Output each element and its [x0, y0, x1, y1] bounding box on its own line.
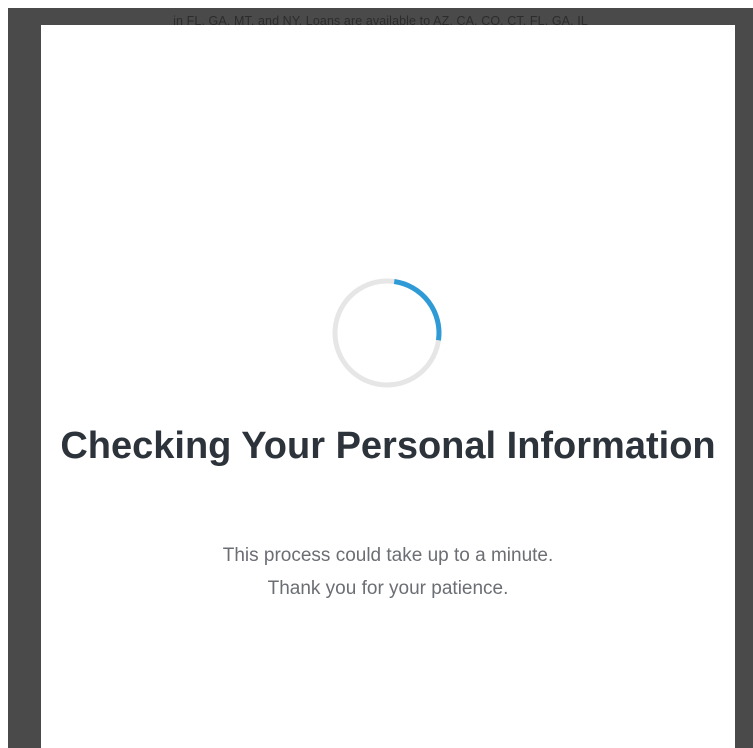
subtitle-line-2: Thank you for your patience.: [267, 578, 509, 599]
spinner-arc: [393, 279, 442, 341]
modal-title: Checking Your Personal Information: [60, 425, 716, 467]
page: in FL, GA, MT, and NY. Loans are availab…: [0, 0, 753, 748]
loading-spinner-icon: [332, 278, 442, 388]
loading-modal: Checking Your Personal Information This …: [41, 25, 735, 748]
modal-subtitle: This process could take up to a minute. …: [41, 539, 735, 605]
subtitle-line-1: This process could take up to a minute.: [222, 545, 554, 566]
